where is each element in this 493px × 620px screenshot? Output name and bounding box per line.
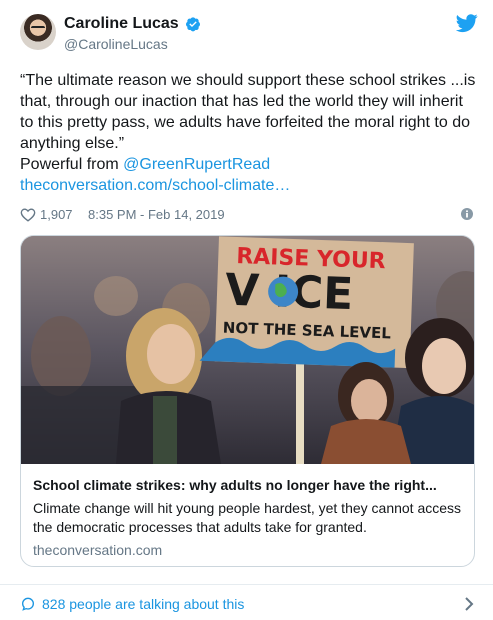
author-handle[interactable]: @CarolineLucas (64, 36, 168, 52)
article-link-card[interactable]: RAISE YOUR V ICE NOT THE SEA LEVEL Schoo… (20, 235, 475, 567)
tweet-header: Caroline Lucas @CarolineLucas (20, 12, 480, 56)
embedded-tweet: Caroline Lucas @CarolineLucas “The ultim… (0, 0, 493, 620)
article-description: Climate change will hit young people har… (33, 500, 462, 535)
mention-link[interactable]: @GreenRupertRead (123, 156, 270, 173)
protest-photo-illustration: RAISE YOUR V ICE NOT THE SEA LEVEL (21, 236, 474, 464)
tweet-meta: 1,907 8:35 PM - Feb 14, 2019 (20, 205, 475, 225)
article-url-link[interactable]: theconversation.com/school-climate… (20, 177, 290, 194)
chevron-right-icon[interactable] (463, 596, 475, 612)
like-count[interactable]: 1,907 (40, 207, 73, 222)
talking-count-text[interactable]: 828 people are talking about this (42, 596, 244, 612)
heart-icon[interactable] (20, 207, 36, 222)
author-name[interactable]: Caroline Lucas (64, 15, 179, 33)
conversation-footer[interactable]: 828 people are talking about this (20, 594, 475, 616)
footer-divider (0, 584, 493, 585)
info-icon[interactable] (461, 208, 473, 220)
article-domain: theconversation.com (33, 542, 163, 558)
article-title[interactable]: School climate strikes: why adults no lo… (33, 477, 463, 493)
verified-badge-icon (186, 17, 200, 32)
tweet-quote: “The ultimate reason we should support t… (20, 72, 476, 152)
avatar[interactable] (20, 14, 56, 50)
tweet-attribution: Powerful from @GreenRupertRead (20, 154, 480, 175)
twitter-bird-icon[interactable] (456, 12, 478, 34)
tweet-timestamp[interactable]: 8:35 PM - Feb 14, 2019 (88, 207, 225, 222)
article-photo: RAISE YOUR V ICE NOT THE SEA LEVEL (21, 236, 474, 464)
speech-bubble-icon (21, 597, 35, 611)
tweet-text: “The ultimate reason we should support t… (20, 70, 480, 196)
powerful-from-text: Powerful from (20, 156, 124, 173)
